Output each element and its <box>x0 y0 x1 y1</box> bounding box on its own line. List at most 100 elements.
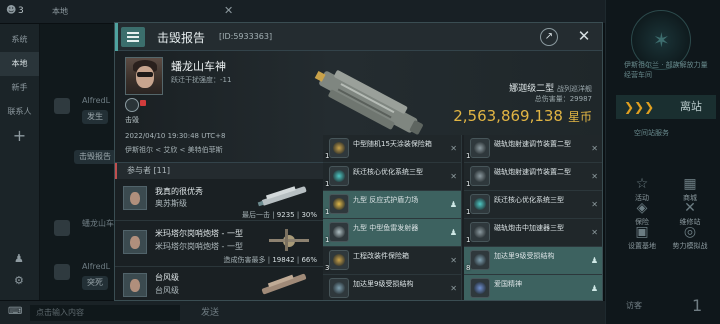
item-quantity: 1 <box>325 152 330 160</box>
chat-input[interactable]: 点击输入内容 <box>30 305 180 321</box>
module-glyph <box>333 198 345 210</box>
module-icon <box>329 138 349 158</box>
module-icon <box>329 194 349 214</box>
item-label: 磁轨炮射速调节装置二型 <box>494 168 571 176</box>
participant-row[interactable]: 米玛塔尔岗哨炮塔 - 一型 米玛塔尔岗哨炮塔 - 一型 造成伤害最多 | 198… <box>115 221 323 267</box>
model-icon: ◎ <box>683 224 697 240</box>
module-glyph <box>474 282 486 294</box>
add-channel-icon[interactable]: + <box>0 124 39 148</box>
channel-name: 本地 <box>52 7 68 16</box>
item-cell[interactable]: 3 工程改装件保险箱 ✕ <box>323 247 462 275</box>
item-cell[interactable]: 1 磁轨炮击中加速器三型 ✕ <box>464 219 602 247</box>
nav-system[interactable]: 系统 <box>0 28 39 52</box>
module-glyph <box>474 226 486 238</box>
item-cell[interactable]: 1 跃迁核心优化系统三型 ✕ <box>323 163 462 191</box>
service-repair[interactable]: ✕ 维修站 <box>670 200 710 227</box>
channel-count: 3 <box>18 6 24 16</box>
visitor-count: 1 <box>692 296 703 315</box>
item-cell[interactable]: 1 磁轨炮射速调节装置二型 ✕ <box>464 163 602 191</box>
participant-row[interactable]: 台风级 台风级 <box>115 267 323 300</box>
item-cell[interactable]: 加达里9级受损结构 ✕ <box>323 275 462 300</box>
nav-newbie[interactable]: 新手 <box>0 76 39 100</box>
service-base[interactable]: ▣ 设置基地 <box>622 224 662 251</box>
avatar <box>123 230 147 254</box>
menu-button[interactable] <box>121 27 145 47</box>
isk-value: 2,563,869,138 星币 <box>453 107 592 125</box>
service-market[interactable]: ▦ 商城 <box>670 176 710 203</box>
participants-header[interactable]: 参与者 [11] <box>115 163 323 179</box>
avatar <box>54 220 70 236</box>
module-glyph <box>474 198 486 210</box>
service-label: 设置基地 <box>628 242 656 250</box>
destroyed-icon: ✕ <box>450 284 457 293</box>
item-cell[interactable]: 1 九型 中型鱼雷发射器 ♟ <box>323 219 462 247</box>
user-icon[interactable]: ♟ <box>14 252 24 265</box>
close-icon[interactable]: ✕ <box>224 4 233 17</box>
item-quantity: 8 <box>466 264 471 272</box>
victim-name: 蟠龙山车神 <box>171 60 226 73</box>
region-text: 伊斯祖尔兰 · 部族解放力量 经营车间 <box>624 61 708 79</box>
module-glyph <box>333 254 345 266</box>
destroyed-icon: ✕ <box>450 256 457 265</box>
total-damage: 总伤害量：29987 <box>534 95 592 103</box>
destroyed-icon: ✕ <box>450 172 457 181</box>
corp-logo-icon[interactable] <box>125 98 139 112</box>
modal-header: 击毁报告 [ID:5933363] ↗ ✕ <box>115 23 602 51</box>
module-icon <box>470 166 490 186</box>
service-activity[interactable]: ☆ 活动 <box>622 176 662 203</box>
item-label: 中型随机15天涂装保险箱 <box>353 140 432 148</box>
insurance-icon: ◈ <box>636 200 648 216</box>
chat-sender: AlfredL <box>82 96 111 105</box>
module-icon <box>329 166 349 186</box>
module-glyph <box>474 254 486 266</box>
participant-row[interactable]: 我真的很优秀 奥苏斯级 最后一击 | 9235 | 30% <box>115 179 323 221</box>
ship-icon <box>257 186 307 207</box>
avatar <box>123 273 147 297</box>
chat-message[interactable]: 击毁报告 <box>74 150 116 164</box>
item-cell[interactable]: 1 磁轨炮射速调节装置二型 ✕ <box>464 135 602 163</box>
service-insurance[interactable]: ◈ 保险 <box>622 200 662 227</box>
item-label: 跃迁核心优化系统三型 <box>494 196 564 204</box>
station-icon: ▣ <box>635 224 649 240</box>
victim-tag: 击毁 <box>125 116 139 124</box>
nav-local[interactable]: 本地 <box>0 52 39 76</box>
module-glyph <box>474 142 486 154</box>
settings-icon[interactable]: ⚙ <box>14 274 24 287</box>
participant-stats: 造成伤害最多 | 19842 | 66% <box>223 256 317 264</box>
victim-portrait[interactable] <box>125 57 163 95</box>
item-quantity: 1 <box>325 208 330 216</box>
undock-button[interactable]: ❯❯❯ 离站 <box>616 95 716 119</box>
send-button[interactable]: 发送 <box>190 305 230 321</box>
kill-time: 2022/04/10 19:30:48 UTC+8 <box>125 132 226 140</box>
item-quantity: 1 <box>325 180 330 188</box>
item-label: 加达里9级受损结构 <box>353 280 414 288</box>
keyboard-icon[interactable]: ⌨ <box>8 306 22 317</box>
share-icon[interactable]: ↗ <box>540 28 558 46</box>
close-icon[interactable]: ✕ <box>575 27 593 45</box>
item-quantity: 1 <box>466 152 471 160</box>
nav-contacts[interactable]: 联系人 <box>0 100 39 124</box>
chat-message: 发生 <box>82 110 108 124</box>
module-icon <box>329 278 349 298</box>
item-cell[interactable]: 1 九型 反应式护盾力场 ♟ <box>323 191 462 219</box>
item-label: 九型 中型鱼雷发射器 <box>353 224 419 232</box>
item-quantity: 1 <box>325 236 330 244</box>
kill-location[interactable]: 伊斯祖尔 < 艾欣 < 美特伯菲斯 <box>125 145 223 155</box>
module-glyph <box>333 170 345 182</box>
item-label: 九型 反应式护盾力场 <box>353 196 419 204</box>
item-cell[interactable]: 8 加达里9级受损结构 ♟ <box>464 247 602 275</box>
destroyed-icon: ✕ <box>591 172 598 181</box>
dropped-icon: ♟ <box>590 256 598 265</box>
dropped-icon: ♟ <box>449 228 457 237</box>
item-cell[interactable]: 爱国精神 ♟ <box>464 275 602 300</box>
report-id[interactable]: [ID:5933363] <box>219 32 272 41</box>
service-label: 势力模拟战 <box>672 242 708 250</box>
module-icon <box>470 278 490 298</box>
service-sim[interactable]: ◎ 势力模拟战 <box>670 224 710 251</box>
chat-message: 突死 <box>82 276 108 290</box>
item-cell[interactable]: 1 跃迁核心优化系统三型 ✕ <box>464 191 602 219</box>
item-cell[interactable]: 1 中型随机15天涂装保险箱 ✕ <box>323 135 462 163</box>
station-panel: ✶ 伊斯祖尔兰 · 部族解放力量 经营车间 ❯❯❯ 离站 空间站服务 ☆ 活动 ▦… <box>605 0 720 324</box>
participant-stats: 最后一击 | 9235 | 30% <box>241 211 317 219</box>
visitor-label: 访客 <box>626 301 642 310</box>
